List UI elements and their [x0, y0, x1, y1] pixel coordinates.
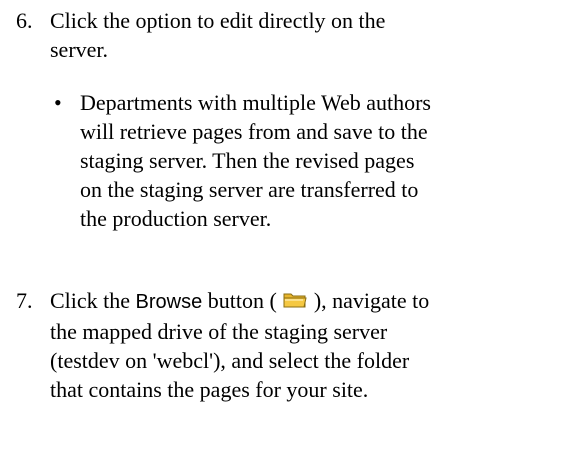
step-number: 6.: [16, 8, 33, 33]
step-text-segment: button (: [202, 288, 283, 313]
folder-icon: [282, 288, 308, 308]
bullet-line: the production server.: [80, 206, 272, 231]
step-line: server.: [50, 37, 109, 62]
bullet-line: Departments with multiple Web authors: [80, 90, 431, 115]
bullet-line: staging server. Then the revised pages: [80, 148, 415, 173]
step-line: (testdev on 'webcl'), and select the fol…: [50, 348, 410, 373]
step-text-segment: ), navigate to: [308, 288, 430, 313]
bullet-line: will retrieve pages from and save to the: [80, 119, 428, 144]
step-text: Click the Browse button ( ), navigate to…: [50, 286, 550, 404]
browse-button-label: Browse: [135, 291, 203, 313]
step-text: Click the option to edit directly on the…: [50, 6, 550, 64]
step-line: Click the option to edit directly on the: [50, 8, 386, 33]
step-line: the mapped drive of the staging server: [50, 319, 388, 344]
bullet-symbol: •: [54, 90, 62, 115]
step-line: Click the Browse button ( ), navigate to: [50, 286, 550, 317]
step-line: that contains the pages for your site.: [50, 377, 369, 402]
bullet-line: on the staging server are transferred to: [80, 177, 419, 202]
step-text-segment: Click the: [50, 288, 136, 313]
step-number: 7.: [16, 288, 33, 313]
bullet-text: Departments with multiple Web authors wi…: [80, 88, 550, 233]
